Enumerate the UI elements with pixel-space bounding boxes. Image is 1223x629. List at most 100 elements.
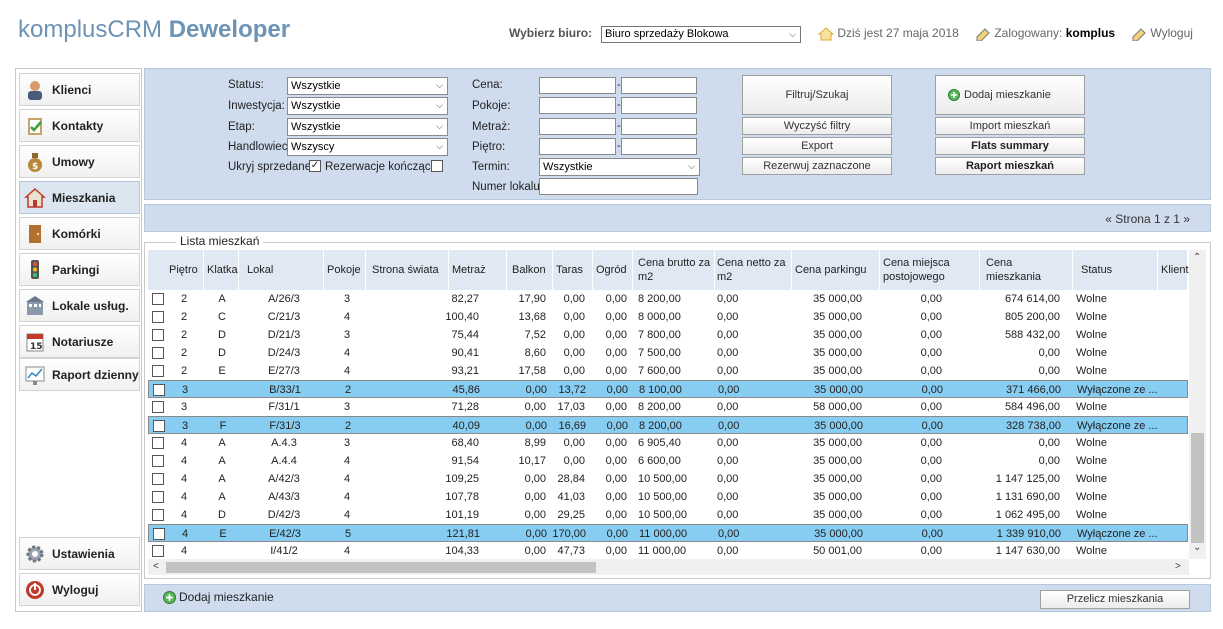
col-header-orientation[interactable]: Strona świata (369, 250, 449, 290)
table-row[interactable]: 4 D D/42/3 4 101,19 0,00 29,25 0,00 10 500,00 0,0… (148, 506, 1188, 524)
status-select[interactable]: Wszystkie ⌵ (287, 77, 448, 95)
table-row[interactable]: 4 E E/42/3 5 121,81 0,00 170,00 0,00 11 000,00 0,… (148, 524, 1188, 542)
col-header-net-price[interactable]: Cena netto za m2 (714, 250, 792, 290)
col-header-area[interactable]: Metraż (449, 250, 507, 290)
floor-to-input[interactable] (621, 138, 697, 155)
col-header-spot-price[interactable]: Cena miejsca postojowego (880, 250, 980, 290)
row-checkbox[interactable] (152, 293, 164, 305)
area-from-input[interactable] (539, 118, 616, 135)
table-row[interactable]: 3 F F/31/3 2 40,09 0,00 16,69 0,00 8 200,00 0,00 3… (148, 416, 1188, 434)
row-checkbox[interactable] (153, 420, 165, 432)
recalc-flats-button[interactable]: Przelicz mieszkania (1040, 590, 1190, 609)
sidebar-item-wyloguj[interactable]: Wyloguj (19, 573, 140, 606)
col-header-unit[interactable]: Lokal (244, 250, 324, 290)
horizontal-scroll-thumb[interactable] (166, 562, 596, 573)
table-row[interactable]: 4 A A.4.3 3 68,40 8,99 0,00 0,00 6 905,40 0,00 35 … (148, 434, 1188, 452)
cell-spot-price: 0,00 (920, 491, 942, 503)
sidebar-item-mieszkania[interactable]: Mieszkania (19, 181, 140, 214)
scroll-right-icon[interactable]: > (1175, 561, 1181, 572)
row-checkbox[interactable] (152, 455, 164, 467)
reserve-selected-button[interactable]: Rezerwuj zaznaczone (742, 157, 892, 175)
stage-select[interactable]: Wszystkie ⌵ (287, 118, 448, 136)
table-row[interactable]: 2 C C/21/3 4 100,40 13,68 0,00 0,00 8 000,00 0,00… (148, 308, 1188, 326)
row-checkbox[interactable] (153, 528, 165, 540)
sidebar-item-parkingi[interactable]: Parkingi (19, 253, 140, 286)
import-flats-button[interactable]: Import mieszkań (935, 117, 1085, 135)
export-button[interactable]: Export (742, 137, 892, 155)
col-header-terrace[interactable]: Taras (553, 250, 593, 290)
term-select[interactable]: Wszystkie ⌵ (539, 158, 700, 176)
area-to-input[interactable] (621, 118, 697, 135)
col-header-balcony[interactable]: Balkon (509, 250, 553, 290)
sidebar-item-lokale[interactable]: Lokale usług. (19, 289, 140, 322)
col-header-status[interactable]: Status (1078, 250, 1158, 290)
table-row[interactable]: 2 D D/21/3 3 75,44 7,52 0,00 0,00 7 800,00 0,00 35… (148, 326, 1188, 344)
sidebar-item-label: Kontakty (52, 118, 104, 133)
clear-filters-button[interactable]: Wyczyść filtry (742, 117, 892, 135)
row-checkbox[interactable] (152, 437, 164, 449)
table-row[interactable]: 2 A A/26/3 3 82,27 17,90 0,00 0,00 8 200,00 0,00 3… (148, 290, 1188, 308)
logged-label: Zalogowany: (994, 26, 1063, 40)
sidebar-item-klienci[interactable]: Klienci (19, 73, 140, 106)
col-header-rooms[interactable]: Pokoje (324, 250, 366, 290)
sidebar-item-kontakty[interactable]: Kontakty (19, 109, 140, 142)
cell-garden: 0,00 (605, 365, 627, 377)
rooms-to-input[interactable] (621, 97, 697, 114)
col-header-garden[interactable]: Ogród (593, 250, 633, 290)
floor-from-input[interactable] (539, 138, 616, 155)
scroll-down-icon[interactable]: ⌄ (1193, 542, 1201, 553)
sidebar-item-komorki[interactable]: Komórki (19, 217, 140, 250)
price-to-input[interactable] (621, 77, 697, 94)
table-row[interactable]: 4 A A/43/3 4 107,78 0,00 41,03 0,00 10 500,00 0,0… (148, 488, 1188, 506)
col-header-stair[interactable]: Klatka (204, 250, 239, 290)
sidebar-item-ustawienia[interactable]: Ustawienia (19, 537, 140, 570)
price-from-input[interactable] (539, 77, 616, 94)
table-row[interactable]: 3 B/33/1 2 45,86 0,00 13,72 0,00 8 100,00 0,00 35… (148, 380, 1188, 398)
unit-number-input[interactable] (539, 178, 698, 195)
vertical-scroll-thumb[interactable] (1191, 433, 1204, 543)
col-header-flat-price[interactable]: Cena mieszkania (983, 250, 1073, 290)
table-row[interactable]: 2 D D/24/3 4 90,41 8,60 0,00 0,00 7 500,00 0,00 35… (148, 344, 1188, 362)
cell-gross-price: 8 000,00 (638, 311, 681, 323)
sidebar-item-umowy[interactable]: $ Umowy (19, 145, 140, 178)
col-header-client[interactable]: Klient (1158, 250, 1189, 290)
row-checkbox[interactable] (152, 509, 164, 521)
add-flat-button[interactable]: Dodaj mieszkanie (935, 75, 1085, 115)
hide-sold-checkbox[interactable]: ✓ (309, 160, 321, 172)
row-checkbox[interactable] (152, 491, 164, 503)
rooms-from-input[interactable] (539, 97, 616, 114)
table-row[interactable]: 2 E E/27/3 4 93,21 17,58 0,00 0,00 7 600,00 0,00 3… (148, 362, 1188, 380)
flats-summary-button[interactable]: Flats summary (935, 137, 1085, 155)
page-indicator[interactable]: « Strona 1 z 1 » (1105, 212, 1190, 226)
col-header-parking-price[interactable]: Cena parkingu (792, 250, 880, 290)
investment-select[interactable]: Wszystkie ⌵ (287, 97, 448, 115)
scroll-up-icon[interactable]: ⌃ (1193, 252, 1201, 263)
table-row[interactable]: 4 A A/42/3 4 109,25 0,00 28,84 0,00 10 500,00 0,0… (148, 470, 1188, 488)
office-select[interactable]: Biuro sprzedaży Blokowa ⌵ (601, 26, 801, 43)
logout-link[interactable]: Wyloguj (1131, 26, 1193, 41)
table-row[interactable]: 3 F/31/1 3 71,28 0,00 17,03 0,00 8 200,00 0,00 58… (148, 398, 1188, 416)
sidebar-item-raport[interactable]: Raport dzienny (19, 358, 140, 391)
seller-select[interactable]: Wszyscy ⌵ (287, 138, 448, 156)
row-checkbox[interactable] (152, 311, 164, 323)
row-checkbox[interactable] (152, 545, 164, 557)
row-checkbox[interactable] (152, 329, 164, 341)
scroll-left-icon[interactable]: < (153, 561, 159, 572)
row-checkbox[interactable] (152, 347, 164, 359)
col-header-gross-price[interactable]: Cena brutto za m2 (635, 250, 715, 290)
vertical-scrollbar[interactable]: ⌃ ⌄ (1189, 250, 1206, 559)
sidebar-item-notariusze[interactable]: 15 Notariusze (19, 325, 140, 358)
filter-search-button[interactable]: Filtruj/Szukaj (742, 75, 892, 115)
cell-garden: 0,00 (606, 384, 628, 396)
flats-report-button[interactable]: Raport mieszkań (935, 157, 1085, 175)
reservations-checkbox[interactable] (431, 160, 443, 172)
row-checkbox[interactable] (153, 384, 165, 396)
add-flat-bottom-button[interactable]: Dodaj mieszkanie (163, 590, 274, 605)
horizontal-scrollbar[interactable]: < > (148, 559, 1189, 575)
row-checkbox[interactable] (152, 365, 164, 377)
row-checkbox[interactable] (152, 473, 164, 485)
col-header-floor[interactable]: Piętro (166, 250, 204, 290)
table-row[interactable]: 4 I/41/2 4 104,33 0,00 47,73 0,00 11 000,00 0,00… (148, 542, 1188, 560)
table-row[interactable]: 4 A A.4.4 4 91,54 10,17 0,00 0,00 6 600,00 0,00 35… (148, 452, 1188, 470)
row-checkbox[interactable] (152, 401, 164, 413)
